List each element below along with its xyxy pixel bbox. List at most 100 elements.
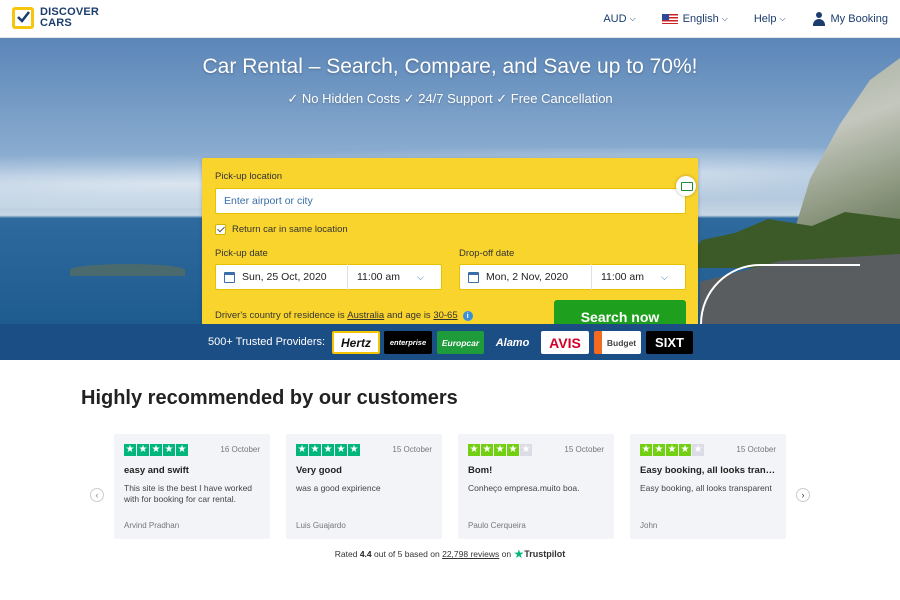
star-icon (653, 443, 665, 456)
calendar-icon (468, 271, 479, 283)
star-icon (124, 443, 136, 456)
star-icon (309, 443, 321, 456)
star-icon (322, 443, 334, 456)
return-same-location-toggle[interactable]: Return car in same location (215, 224, 348, 235)
info-icon[interactable]: i (462, 310, 473, 321)
search-form: Pick-up location Return car in same loca… (202, 158, 698, 324)
star-rating (296, 443, 361, 456)
review-author: John (640, 521, 658, 530)
review-count-link[interactable]: 22,798 reviews (442, 549, 499, 559)
dropoff-date-label: Drop-off date (459, 248, 515, 259)
star-icon (137, 443, 149, 456)
star-icon (176, 443, 188, 456)
pickup-date-field: Sun, 25 Oct, 2020 11:00 am ⌵ (215, 264, 442, 290)
divider (347, 264, 348, 290)
currency-selector[interactable]: AUD ⌵ (603, 13, 635, 25)
review-date: 16 October (220, 445, 260, 454)
review-body: was a good expirience (296, 483, 381, 493)
hertz-logo: Hertz (332, 331, 380, 354)
chevron-down-icon[interactable]: ⌵ (417, 272, 424, 283)
user-icon (812, 12, 826, 26)
review-title: Bom! (468, 465, 493, 476)
review-date: 15 October (736, 445, 776, 454)
help-menu[interactable]: Help ⌵ (754, 13, 786, 25)
top-header: DISCOVER CARS AUD ⌵ English ⌵ Help ⌵ My … (0, 0, 900, 38)
review-date: 15 October (392, 445, 432, 454)
logo-line2: CARS (40, 17, 72, 29)
star-rating (468, 443, 533, 456)
discovercars-logo[interactable]: DISCOVER CARS (12, 7, 99, 29)
alamo-logo: Alamo (489, 331, 536, 354)
review-author: Paulo Cerqueira (468, 521, 526, 530)
pickup-time-value[interactable]: 11:00 am (357, 271, 409, 283)
enterprise-logo: enterprise (384, 331, 432, 354)
header-nav: AUD ⌵ English ⌵ Help ⌵ My Booking (577, 0, 888, 38)
ticket-icon[interactable] (676, 176, 696, 196)
review-card: 15 October Bom! Conheço empresa.muito bo… (458, 434, 614, 539)
star-rating (124, 443, 189, 456)
chevron-down-icon: ⌵ (629, 14, 636, 23)
divider (591, 264, 592, 290)
hero-road-line (700, 264, 860, 324)
budget-logo: Budget (594, 331, 641, 354)
search-now-button[interactable]: Search now (554, 300, 686, 324)
residence-prefix: Driver's country of residence is (215, 310, 345, 321)
pickup-location-label: Pick-up location (215, 171, 283, 182)
dropoff-date-field: Mon, 2 Nov, 2020 11:00 am ⌵ (459, 264, 686, 290)
review-body: Conheço empresa.muito boa. (468, 483, 580, 493)
star-icon (335, 443, 347, 456)
star-icon (348, 443, 360, 456)
star-icon (481, 443, 493, 456)
trustpilot-summary: Rated 4.4 out of 5 based on 22,798 revie… (0, 547, 900, 561)
review-body: Easy booking, all looks transparent (640, 483, 772, 493)
currency-label: AUD (603, 13, 627, 25)
trustpilot-logo[interactable]: Trustpilot (524, 549, 565, 559)
dropoff-time-value[interactable]: 11:00 am (601, 271, 653, 283)
providers-label: 500+ Trusted Providers: (208, 336, 326, 348)
review-date: 15 October (564, 445, 604, 454)
reviews-section-title: Highly recommended by our customers (81, 387, 458, 409)
help-label: Help (753, 13, 777, 25)
review-title: Very good (296, 465, 342, 476)
language-selector[interactable]: English ⌵ (661, 13, 728, 25)
star-icon (150, 443, 162, 456)
star-icon (494, 443, 506, 456)
hero-island (70, 264, 185, 276)
review-card: 15 October Easy booking, all looks trans… (630, 434, 786, 539)
star-icon (666, 443, 678, 456)
chevron-right-icon[interactable]: › (796, 488, 810, 502)
star-empty-icon (520, 443, 532, 456)
hero-subtitle: ✓ No Hidden Costs ✓ 24/7 Support ✓ Free … (287, 91, 613, 106)
review-card: 15 October Very good was a good expirien… (286, 434, 442, 539)
residence-info: Driver's country of residence is Austral… (215, 310, 473, 321)
rated-prefix: Rated (334, 549, 358, 559)
chevron-down-icon: ⌵ (721, 14, 728, 23)
star-icon (679, 443, 691, 456)
logo-check-icon (12, 7, 34, 29)
star-icon (468, 443, 480, 456)
chevron-down-icon[interactable]: ⌵ (661, 272, 668, 283)
us-flag-icon (661, 14, 678, 24)
hero-title: Car Rental – Search, Compare, and Save u… (202, 55, 698, 78)
star-empty-icon (692, 443, 704, 456)
pickup-date-label: Pick-up date (215, 248, 268, 259)
residence-mid: and age is (386, 310, 431, 321)
providers-strip: 500+ Trusted Providers: Hertz enterprise… (0, 324, 900, 360)
review-title: Easy booking, all looks transp... (640, 465, 780, 476)
review-author: Luis Guajardo (296, 521, 346, 530)
review-body: This site is the best I have worked with… (124, 483, 253, 504)
pickup-location-input[interactable] (215, 188, 686, 214)
star-icon (507, 443, 519, 456)
chevron-left-icon[interactable]: ‹ (90, 488, 104, 502)
pickup-date-value[interactable]: Sun, 25 Oct, 2020 (242, 271, 347, 283)
dropoff-date-value[interactable]: Mon, 2 Nov, 2020 (486, 271, 591, 283)
return-same-location-label: Return car in same location (232, 224, 348, 235)
checkbox-checked-icon[interactable] (215, 224, 226, 235)
star-icon (640, 443, 652, 456)
age-link[interactable]: 30-65 (433, 310, 457, 321)
star-icon (296, 443, 308, 456)
star-rating (640, 443, 705, 456)
my-booking-link[interactable]: My Booking (812, 12, 888, 26)
residence-country-link[interactable]: Australia (347, 310, 384, 321)
star-icon (163, 443, 175, 456)
